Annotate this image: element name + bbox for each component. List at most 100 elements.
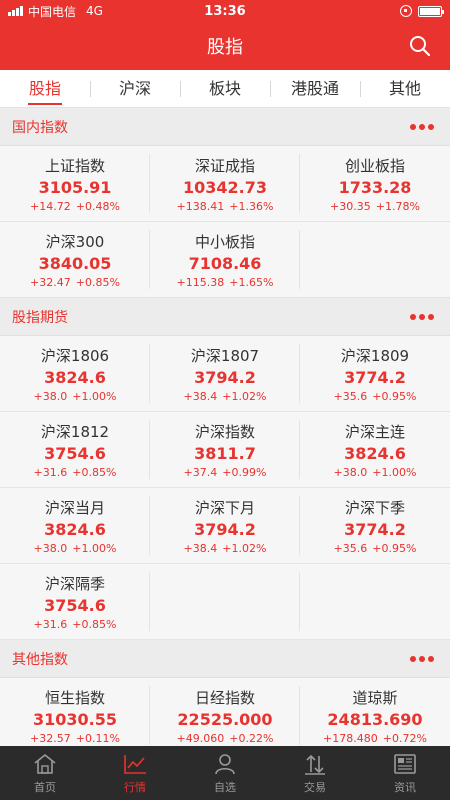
more-options-icon[interactable] — [406, 310, 438, 324]
index-change: +35.6 +0.95% — [300, 541, 450, 556]
change-value: +38.4 — [183, 390, 218, 403]
index-price: 3105.91 — [38, 178, 112, 197]
bottom-tab-watchlist[interactable]: 自选 — [180, 746, 270, 800]
index-change: +38.0 +1.00% — [0, 541, 150, 556]
index-name: 恒生指数 — [44, 689, 105, 707]
change-percent: +0.95% — [372, 390, 417, 403]
change-percent: +1.00% — [372, 466, 417, 479]
index-change: +178.480 +0.72% — [300, 731, 450, 746]
battery-icon — [418, 5, 444, 17]
index-card[interactable]: 深证成指 10342.73 +138.41 +1.36% — [150, 146, 300, 222]
change-percent: +0.48% — [75, 200, 120, 213]
index-card[interactable]: 沪深1812 3754.6 +31.6 +0.85% — [0, 412, 150, 488]
index-change: +38.4 +1.02% — [150, 389, 300, 404]
tab-stock-index[interactable]: 股指 — [0, 70, 90, 108]
tab-hushen[interactable]: 沪深 — [90, 70, 180, 108]
index-card[interactable]: 沪深隔季 3754.6 +31.6 +0.85% — [0, 564, 150, 640]
change-percent: +0.22% — [229, 732, 274, 745]
header: 中国电信 4G 13:36 股指 — [0, 0, 450, 70]
index-price: 3824.6 — [44, 368, 106, 387]
index-card[interactable]: 创业板指 1733.28 +30.35 +1.78% — [300, 146, 450, 222]
index-change: +38.4 +1.02% — [150, 541, 300, 556]
change-percent: +0.85% — [72, 618, 117, 631]
change-percent: +1.02% — [222, 390, 267, 403]
bottom-tab-label: 行情 — [124, 780, 146, 794]
bottom-tab-trade[interactable]: 交易 — [270, 746, 360, 800]
chart-icon — [124, 754, 146, 774]
index-card[interactable]: 沪深下月 3794.2 +38.4 +1.02% — [150, 488, 300, 564]
change-value: +14.72 — [30, 200, 71, 213]
change-percent: +0.85% — [72, 466, 117, 479]
search-icon[interactable] — [408, 34, 432, 58]
bottom-tab-home[interactable]: 首页 — [0, 746, 90, 800]
index-card[interactable]: 沪深当月 3824.6 +38.0 +1.00% — [0, 488, 150, 564]
change-value: +38.0 — [33, 390, 68, 403]
index-name: 沪深主连 — [344, 423, 405, 441]
change-percent: +1.00% — [72, 542, 117, 555]
category-tabs: 股指 沪深 板块 港股通 其他 — [0, 70, 450, 108]
change-value: +35.6 — [333, 542, 368, 555]
bottom-tab-label: 交易 — [304, 780, 326, 794]
index-name: 沪深1809 — [340, 347, 410, 365]
index-card[interactable]: 中小板指 7108.46 +115.38 +1.65% — [150, 222, 300, 298]
index-card[interactable]: 恒生指数 31030.55 +32.57 +0.11% — [0, 678, 150, 746]
change-value: +38.0 — [33, 542, 68, 555]
empty-cell — [300, 222, 450, 298]
index-change: +30.35 +1.78% — [300, 199, 450, 214]
index-price: 3794.2 — [194, 520, 256, 539]
index-card[interactable]: 日经指数 22525.000 +49.060 +0.22% — [150, 678, 300, 746]
index-card[interactable]: 沪深1807 3794.2 +38.4 +1.02% — [150, 336, 300, 412]
bottom-tab-label: 资讯 — [394, 780, 416, 794]
change-percent: +0.85% — [75, 276, 120, 289]
index-card[interactable]: 沪深1809 3774.2 +35.6 +0.95% — [300, 336, 450, 412]
index-change: +38.0 +1.00% — [0, 389, 150, 404]
index-card[interactable]: 沪深指数 3811.7 +37.4 +0.99% — [150, 412, 300, 488]
index-price: 3754.6 — [44, 444, 106, 463]
index-grid: 沪深1806 3824.6 +38.0 +1.00% 沪深1807 3794.2 +38.4… — [0, 336, 450, 640]
section-title: 股指期货 — [12, 309, 68, 326]
change-value: +30.35 — [330, 200, 371, 213]
section-header: 国内指数 — [0, 108, 450, 146]
signal-icon — [8, 6, 23, 16]
status-bar: 中国电信 4G 13:36 — [0, 0, 450, 22]
index-price: 3811.7 — [194, 444, 256, 463]
change-value: +32.47 — [30, 276, 71, 289]
tab-hk-connect[interactable]: 港股通 — [270, 70, 360, 108]
empty-cell — [150, 564, 300, 640]
index-card[interactable]: 沪深300 3840.05 +32.47 +0.85% — [0, 222, 150, 298]
index-name: 沪深300 — [45, 233, 105, 251]
index-card[interactable]: 沪深1806 3824.6 +38.0 +1.00% — [0, 336, 150, 412]
index-card[interactable]: 沪深下季 3774.2 +35.6 +0.95% — [300, 488, 450, 564]
bottom-tab-news[interactable]: 资讯 — [360, 746, 450, 800]
index-name: 沪深1807 — [190, 347, 260, 365]
index-change: +31.6 +0.85% — [0, 465, 150, 480]
index-name: 沪深下季 — [344, 499, 405, 517]
change-value: +138.41 — [176, 200, 225, 213]
index-price: 31030.55 — [32, 710, 117, 729]
index-name: 沪深下月 — [194, 499, 255, 517]
more-options-icon[interactable] — [406, 652, 438, 666]
change-value: +178.480 — [323, 732, 378, 745]
bottom-tab-bar: 首页 行情 自选 交易 资讯 — [0, 746, 450, 800]
index-change: +31.6 +0.85% — [0, 617, 150, 632]
index-list: 国内指数 上证指数 3105.91 +14.72 +0.48% 深证成指 10342.73 +… — [0, 108, 450, 746]
change-value: +49.060 — [176, 732, 225, 745]
tab-sector[interactable]: 板块 — [180, 70, 270, 108]
user-icon — [215, 753, 235, 774]
index-price: 24813.690 — [327, 710, 423, 729]
bottom-tab-label: 首页 — [34, 780, 56, 794]
index-change: +115.38 +1.65% — [150, 275, 300, 290]
index-card[interactable]: 道琼斯 24813.690 +178.480 +0.72% — [300, 678, 450, 746]
change-percent: +0.72% — [382, 732, 427, 745]
index-card[interactable]: 上证指数 3105.91 +14.72 +0.48% — [0, 146, 150, 222]
bottom-tab-market[interactable]: 行情 — [90, 746, 180, 800]
index-change: +49.060 +0.22% — [150, 731, 300, 746]
change-percent: +0.11% — [75, 732, 120, 745]
index-card[interactable]: 沪深主连 3824.6 +38.0 +1.00% — [300, 412, 450, 488]
index-change: +32.57 +0.11% — [0, 731, 150, 746]
index-price: 1733.28 — [338, 178, 412, 197]
trade-icon — [305, 754, 325, 775]
index-name: 沪深当月 — [44, 499, 105, 517]
tab-other[interactable]: 其他 — [360, 70, 450, 108]
more-options-icon[interactable] — [406, 120, 438, 134]
